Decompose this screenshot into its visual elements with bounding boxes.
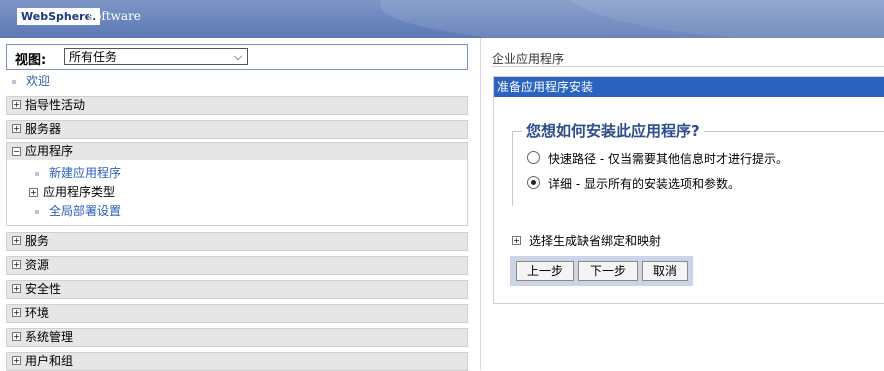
bullet-icon [35, 171, 39, 176]
nav-item-guided-activities[interactable]: + 指导性活动 [6, 96, 468, 115]
nav-group-applications: − 应用程序 新建应用程序 + 应用程序类型 全局部署设置 [6, 142, 468, 226]
nav-item-services[interactable]: + 服务 [6, 232, 468, 251]
bullet-icon [35, 209, 39, 214]
nav-item-label: 指导性活动 [25, 98, 86, 112]
nav-item-label: 应用程序 [25, 144, 74, 158]
nav-item-label: 服务器 [25, 122, 62, 136]
product-name: software [88, 9, 141, 23]
breadcrumb: 企业应用程序 [492, 52, 565, 66]
expand-icon[interactable]: + [12, 100, 21, 109]
install-options-group [512, 131, 884, 206]
radio-detailed[interactable] [527, 176, 540, 189]
previous-button[interactable]: 上一步 [516, 261, 574, 281]
breadcrumb-divider [492, 66, 884, 67]
nav-link-new-application[interactable]: 新建应用程序 [35, 166, 121, 181]
nav-link-label: 新建应用程序 [49, 166, 122, 180]
radio-fast-path[interactable] [527, 151, 540, 164]
expand-icon[interactable]: + [12, 284, 21, 293]
expand-icon[interactable]: + [29, 188, 38, 197]
nav-item-servers[interactable]: + 服务器 [6, 120, 468, 139]
nav-item-system-administration[interactable]: + 系统管理 [6, 328, 468, 347]
view-filter: 视图: 所有任务 ⌵ [6, 44, 468, 70]
view-select[interactable]: 所有任务 ⌵ [64, 48, 248, 65]
view-select-value: 所有任务 [69, 50, 118, 64]
nav-item-application-types[interactable]: + 应用程序类型 [29, 185, 115, 200]
default-bindings-toggle[interactable]: 选择生成缺省绑定和映射 [529, 232, 661, 249]
nav-item-label: 环境 [25, 306, 50, 320]
expand-icon[interactable]: + [12, 356, 21, 365]
expand-icon[interactable]: + [12, 332, 21, 341]
nav-item-users-and-groups[interactable]: + 用户和组 [6, 352, 468, 371]
nav-item-label: 用户和组 [25, 354, 74, 368]
nav-item-label: 资源 [25, 258, 50, 272]
install-options-legend: 您想如何安装此应用程序? [522, 120, 704, 141]
nav-item-applications[interactable]: − 应用程序 [7, 143, 467, 160]
expand-icon[interactable]: + [12, 260, 21, 269]
page-title: 准备应用程序安装 [494, 77, 884, 97]
nav-item-resources[interactable]: + 资源 [6, 256, 468, 275]
nav-item-label: 安全性 [25, 282, 62, 296]
nav-item-label: 应用程序类型 [43, 185, 116, 199]
nav-link-label: 全局部署设置 [49, 204, 122, 218]
button-bar: 上一步 下一步 取消 [510, 256, 693, 286]
cancel-button[interactable]: 取消 [642, 261, 688, 281]
top-banner: WebSphere. software [0, 0, 884, 38]
welcome-label: 欢迎 [26, 74, 51, 88]
expand-icon[interactable]: + [12, 308, 21, 317]
chevron-down-icon: ⌵ [233, 50, 243, 63]
option-detailed-label: 详细 - 显示所有的安装选项和参数。 [548, 177, 740, 191]
expand-icon[interactable]: + [12, 236, 21, 245]
nav-item-environment[interactable]: + 环境 [6, 304, 468, 323]
pane-divider[interactable] [480, 38, 481, 370]
welcome-link[interactable]: 欢迎 [12, 72, 50, 89]
bullet-icon [12, 79, 16, 84]
navigation-tree: 视图: 所有任务 ⌵ 欢迎 + 指导性活动 + 服务器 − 应用程序 新建应用程… [0, 38, 480, 371]
nav-item-security[interactable]: + 安全性 [6, 280, 468, 299]
nav-item-label: 系统管理 [25, 330, 74, 344]
option-fast-path-label: 快速路径 - 仅当需要其他信息时才进行提示。 [548, 152, 788, 166]
expand-icon[interactable]: + [512, 236, 521, 245]
collapse-icon[interactable]: − [12, 147, 21, 156]
install-wizard-panel: 准备应用程序安装 您想如何安装此应用程序? 快速路径 - 仅当需要其他信息时才进… [493, 76, 884, 304]
next-button[interactable]: 下一步 [578, 261, 638, 281]
expand-icon[interactable]: + [12, 124, 21, 133]
nav-link-global-deployment[interactable]: 全局部署设置 [35, 204, 121, 219]
nav-item-label: 服务 [25, 234, 50, 248]
view-label: 视图: [15, 53, 47, 68]
